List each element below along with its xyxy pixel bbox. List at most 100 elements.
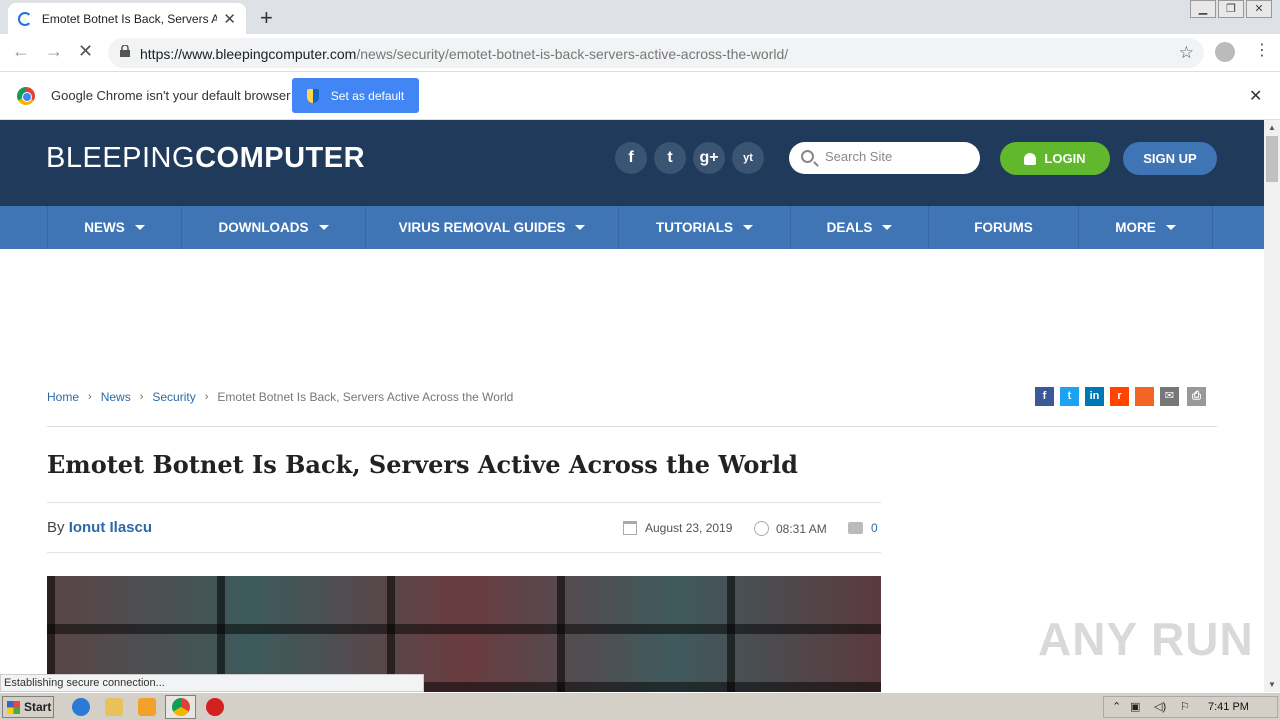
nav-more-label: MORE [1115,220,1156,235]
login-button[interactable]: LOGIN [1000,142,1110,175]
nav-virus-removal-guides[interactable]: VIRUS REMOVAL GUIDES [365,206,618,249]
nav-downloads[interactable]: DOWNLOADS [181,206,365,249]
nav-deals-label: DEALS [826,220,873,235]
nav-deals[interactable]: DEALS [790,206,928,249]
window-controls: ▁ ❐ ✕ [1188,0,1272,18]
action-center-flag-icon[interactable]: ⚐ [1180,700,1190,713]
scroll-up-icon[interactable]: ▲ [1268,123,1276,132]
breadcrumb-news[interactable]: News [101,390,131,404]
set-as-default-label: Set as default [330,88,405,103]
browser-tabstrip: Emotet Botnet Is Back, Servers Active Ac… [0,0,1280,34]
url-text: https://www.bleepingcomputer.com/news/se… [140,46,788,62]
divider [47,426,1217,427]
site-logo[interactable]: BLEEPINGCOMPUTER [46,142,365,175]
scroll-down-icon[interactable]: ▼ [1268,680,1276,689]
lock-icon [120,45,130,57]
article-time-text: 08:31 AM [776,521,827,536]
facebook-icon[interactable]: f [615,142,647,174]
chevron-down-icon [1165,225,1176,230]
default-browser-infobar: Google Chrome isn't your default browser… [0,72,1280,120]
nav-news[interactable]: NEWS [47,206,181,249]
breadcrumb-current: Emotet Botnet Is Back, Servers Active Ac… [217,390,514,404]
nav-news-label: NEWS [84,220,125,235]
divider [47,502,881,503]
chevron-right-icon: › [88,391,92,403]
chevron-down-icon [575,225,586,230]
browser-menu-icon[interactable]: ⋮ [1254,40,1270,60]
nav-downloads-label: DOWNLOADS [218,220,309,235]
article-date: August 23, 2019 [623,521,732,535]
tab-close-icon[interactable]: ✕ [223,10,236,28]
comment-count[interactable]: 0 [871,521,878,535]
url-host: https://www.bleepingcomputer.com [140,46,357,62]
windows-taskbar: Start ⌃ ▣ ◁) ⚐ 7:41 PM [0,692,1280,720]
breadcrumb-security[interactable]: Security [152,390,195,404]
breadcrumb-home[interactable]: Home [47,390,79,404]
start-button[interactable]: Start [2,696,54,718]
nav-tutorials[interactable]: TUTORIALS [618,206,790,249]
infobar-message: Google Chrome isn't your default browser [51,88,291,103]
stop-loading-icon[interactable]: ✕ [78,41,93,62]
reddit-share-icon[interactable]: r [1110,387,1129,406]
nav-more[interactable]: MORE [1078,206,1213,249]
network-icon[interactable]: ▣ [1130,700,1140,713]
clock-icon [754,521,769,536]
browser-tab[interactable]: Emotet Botnet Is Back, Servers Active Ac… [8,3,246,34]
set-as-default-button[interactable]: Set as default [292,78,419,113]
author-link[interactable]: Ionut Ilascu [69,519,152,536]
rss-share-icon[interactable] [1135,387,1154,406]
byline-prefix: By [47,519,65,536]
twitter-share-icon[interactable]: t [1060,387,1079,406]
volume-icon[interactable]: ◁) [1154,700,1166,713]
user-icon [1024,152,1037,165]
chrome-logo-icon [17,87,35,105]
bookmark-star-icon[interactable]: ☆ [1179,43,1194,63]
logo-bold-text: COMPUTER [195,142,366,174]
page-viewport: BLEEPINGCOMPUTER f t g+ yt LOGIN SIGN UP… [0,120,1264,692]
youtube-icon[interactable]: yt [732,142,764,174]
forward-arrow-icon[interactable]: → [45,41,63,62]
breadcrumb: Home › News › Security › Emotet Botnet I… [47,390,513,404]
print-icon[interactable]: ⎙ [1187,387,1206,406]
minimize-button[interactable]: ▁ [1190,0,1216,18]
tray-expand-icon[interactable]: ⌃ [1112,700,1121,713]
search-icon [801,150,814,163]
chrome-taskbar-icon[interactable] [172,698,190,716]
linkedin-share-icon[interactable]: in [1085,387,1104,406]
opera-icon[interactable] [206,698,224,716]
chevron-right-icon: › [204,391,209,403]
browser-toolbar: ← → ✕ https://www.bleepingcomputer.com/n… [0,34,1280,72]
loading-spinner-icon [18,11,32,26]
scrollbar-thumb[interactable] [1266,136,1278,182]
search-input[interactable] [825,149,965,164]
window-close-button[interactable]: ✕ [1246,0,1272,18]
restore-button[interactable]: ❐ [1218,0,1244,18]
profile-avatar-icon[interactable] [1215,42,1235,62]
new-tab-button[interactable]: + [260,5,273,31]
article-byline: By Ionut Ilascu [47,519,152,536]
article-title: Emotet Botnet Is Back, Servers Active Ac… [47,450,798,479]
email-share-icon[interactable]: ✉ [1160,387,1179,406]
chevron-down-icon [318,225,329,230]
media-player-icon[interactable] [138,698,156,716]
article-time: 08:31 AM [754,521,827,536]
signup-button[interactable]: SIGN UP [1123,142,1217,175]
facebook-share-icon[interactable]: f [1035,387,1054,406]
comment-icon [848,522,863,534]
article-comments[interactable]: 0 [848,521,878,535]
internet-explorer-icon[interactable] [72,698,90,716]
nav-forums-label: FORUMS [974,220,1033,235]
back-arrow-icon[interactable]: ← [12,41,30,62]
file-explorer-icon[interactable] [105,698,123,716]
nav-forums[interactable]: FORUMS [928,206,1078,249]
taskbar-clock[interactable]: 7:41 PM [1208,701,1249,713]
twitter-icon[interactable]: t [654,142,686,174]
chevron-down-icon [882,225,893,230]
infobar-close-icon[interactable]: ✕ [1249,86,1262,106]
anyrun-watermark: ANY RUN [1038,613,1254,665]
google-plus-icon[interactable]: g+ [693,142,725,174]
address-bar[interactable]: https://www.bleepingcomputer.com/news/se… [108,38,1204,68]
main-navigation: NEWS DOWNLOADS VIRUS REMOVAL GUIDES TUTO… [0,206,1264,249]
page-scrollbar[interactable]: ▲ ▼ [1264,120,1280,692]
logo-light-text: BLEEPING [46,142,196,174]
